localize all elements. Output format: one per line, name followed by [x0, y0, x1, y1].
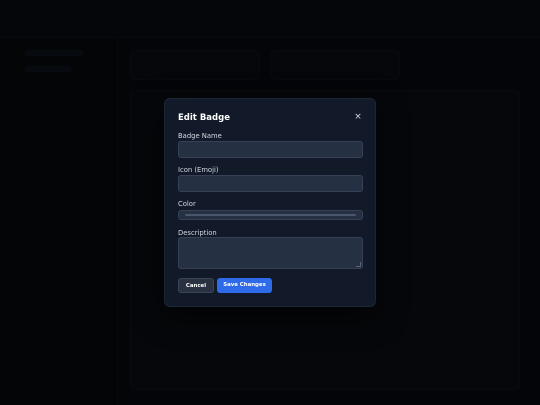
close-icon: × — [354, 112, 362, 122]
cancel-button[interactable]: Cancel — [178, 278, 214, 293]
badge-name-label: Badge Name — [178, 132, 222, 140]
description-label: Description — [178, 229, 217, 237]
modal-title: Edit Badge — [178, 113, 230, 123]
close-button[interactable]: × — [352, 111, 364, 123]
icon-emoji-label: Icon (Emoji) — [178, 166, 219, 174]
edit-badge-modal: Edit Badge × Badge Name Icon (Emoji) Col… — [164, 98, 376, 307]
description-textarea[interactable] — [178, 237, 363, 269]
save-changes-button[interactable]: Save Changes — [217, 278, 272, 293]
resize-handle-icon[interactable] — [356, 262, 361, 267]
badge-name-input[interactable] — [178, 141, 363, 158]
color-swatch — [185, 214, 356, 216]
color-picker[interactable] — [178, 210, 363, 220]
icon-emoji-input[interactable] — [178, 175, 363, 192]
color-label: Color — [178, 200, 196, 208]
